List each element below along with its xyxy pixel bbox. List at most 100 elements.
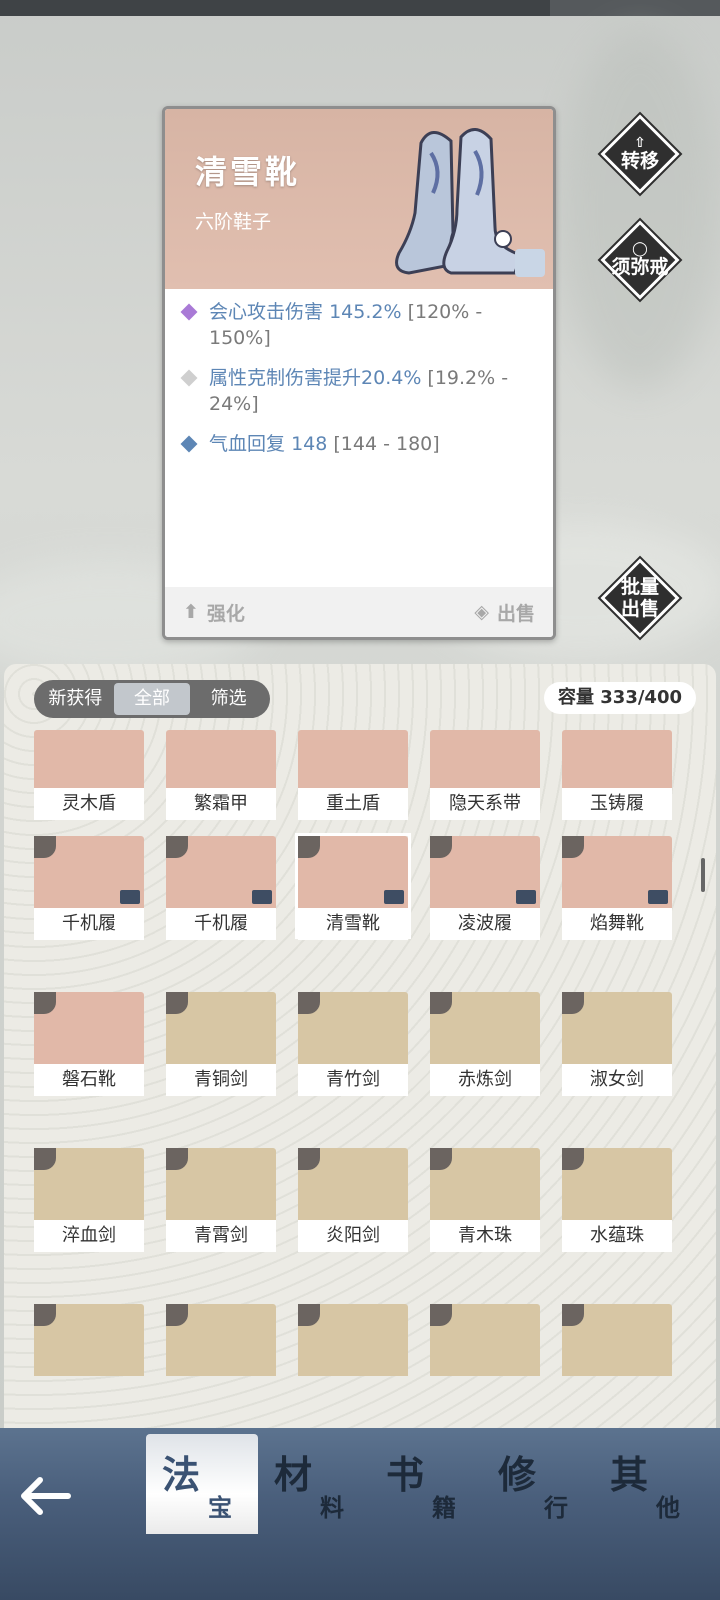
nav-tab-sub-char: 料	[320, 1494, 344, 1522]
item-name-label: 清雪靴	[298, 908, 408, 940]
enhance-label: 强化	[206, 602, 245, 625]
inventory-item[interactable]: 青铜剑	[166, 992, 276, 1096]
inventory-item[interactable]: 千机履	[34, 836, 144, 940]
capacity-badge: 容量 333/400	[544, 682, 696, 714]
inventory-item[interactable]: 玉铸履	[562, 730, 672, 820]
inventory-item[interactable]: 淬血剑	[34, 1148, 144, 1252]
ring-label: 须弥戒	[611, 256, 669, 278]
item-name-label: 凌波履	[430, 908, 540, 940]
nav-tab-sub-char: 籍	[432, 1494, 456, 1522]
item-name-label: 千机履	[166, 908, 276, 940]
tab-new[interactable]: 新获得	[37, 683, 114, 715]
lock-icon	[516, 890, 536, 904]
inventory-item[interactable]	[166, 1304, 276, 1404]
inventory-item[interactable]: 隐天系带	[430, 730, 540, 820]
inventory-item[interactable]: 青木珠	[430, 1148, 540, 1252]
inventory-item[interactable]: 凌波履	[430, 836, 540, 940]
inventory-item[interactable]: 青霄剑	[166, 1148, 276, 1252]
nav-tab-main-char: 法	[162, 1453, 201, 1497]
ring-storage-button[interactable]: ◯ 须弥戒	[597, 217, 683, 303]
stat-list: 会心攻击伤害 145.2% [120% - 150%] 属性克制伤害提升20.4…	[180, 299, 541, 471]
bulk-sell-button[interactable]: 批量 出售	[597, 555, 683, 641]
inventory-item[interactable]	[34, 1304, 144, 1404]
item-grid[interactable]: 灵木盾 繁霜甲 重土盾 隐天系带 玉铸履 千机履 千机履 清雪靴 凌波履 焰舞靴 磐石靴 青铜剑 青竹剑…	[34, 730, 684, 1430]
item-art	[562, 730, 672, 788]
tab-all[interactable]: 全部	[113, 683, 191, 715]
inventory-item[interactable]: 繁霜甲	[166, 730, 276, 820]
lock-icon	[252, 890, 272, 904]
stat-label: 属性克制伤害提升	[209, 367, 362, 389]
ring-icon: ◯	[632, 241, 648, 257]
tab-filter[interactable]: 筛选	[190, 683, 267, 715]
inventory-item[interactable]: 清雪靴	[295, 833, 411, 940]
nav-tab[interactable]: 材料	[258, 1434, 370, 1534]
transfer-button[interactable]: ⇧ 转移	[597, 111, 683, 197]
item-art	[34, 730, 144, 788]
inventory-item[interactable]: 灵木盾	[34, 730, 144, 820]
bulk-sell-label-2: 出售	[620, 598, 659, 620]
bulk-sell-label-1: 批量	[620, 576, 659, 598]
nav-tab-main-char: 其	[610, 1453, 649, 1497]
inventory-item[interactable]: 磐石靴	[34, 992, 144, 1096]
item-name-label: 磐石靴	[34, 1064, 144, 1096]
arrow-up-icon: ⬆	[183, 601, 199, 623]
diamond-icon	[180, 303, 198, 321]
stat-label: 气血回复	[209, 433, 286, 455]
status-tabs	[550, 0, 720, 16]
inventory-item[interactable]: 千机履	[166, 836, 276, 940]
item-name-label: 赤炼剑	[430, 1064, 540, 1096]
inventory-item[interactable]: 重土盾	[298, 730, 408, 820]
lock-icon	[120, 890, 140, 904]
item-name-label: 青霄剑	[166, 1220, 276, 1252]
inventory-item[interactable]: 青竹剑	[298, 992, 408, 1096]
item-name-label: 焰舞靴	[562, 908, 672, 940]
item-name-label: 炎阳剑	[298, 1220, 408, 1252]
inventory-item[interactable]: 水蕴珠	[562, 1148, 672, 1252]
item-name-label: 青竹剑	[298, 1064, 408, 1096]
nav-tab-main-char: 修	[498, 1453, 537, 1497]
inventory-item[interactable]: 焰舞靴	[562, 836, 672, 940]
upload-icon: ⇧	[634, 135, 646, 151]
coin-bag-icon: ◈	[474, 601, 489, 623]
item-name-label: 千机履	[34, 908, 144, 940]
stat-value: 148	[291, 433, 328, 455]
nav-tab-main-char: 书	[386, 1453, 425, 1497]
diamond-icon	[180, 369, 198, 387]
item-name-label: 重土盾	[298, 788, 408, 820]
inventory-item[interactable]: 赤炼剑	[430, 992, 540, 1096]
item-art	[298, 730, 408, 788]
item-name: 清雪靴	[195, 153, 301, 191]
scrollbar[interactable]	[701, 858, 705, 892]
lock-badge-icon[interactable]	[515, 249, 545, 277]
back-arrow-icon[interactable]	[14, 1468, 74, 1524]
stat-value: 20.4%	[361, 367, 422, 389]
inventory-item[interactable]	[430, 1304, 540, 1404]
enhance-button[interactable]: ⬆ 强化	[183, 599, 245, 626]
nav-tab[interactable]: 修行	[482, 1434, 594, 1534]
stat-label: 会心攻击伤害	[209, 301, 324, 323]
mountain-decoration	[560, 30, 720, 390]
transfer-label: 转移	[620, 150, 659, 172]
item-name-label: 灵木盾	[34, 788, 144, 820]
nav-tab[interactable]: 法宝	[146, 1434, 258, 1534]
bottom-nav: 法宝材料书籍修行其他	[0, 1428, 720, 1600]
item-detail-header: 清雪靴 六阶鞋子	[165, 109, 553, 289]
item-actions: ⬆ 强化 ◈ 出售	[165, 587, 553, 637]
item-detail-card: 清雪靴 六阶鞋子 会心攻击伤害 145.2% [120% - 150%] 属性克…	[162, 106, 556, 640]
stat-range: [144 - 180]	[333, 433, 440, 455]
inventory-item[interactable]	[562, 1304, 672, 1404]
nav-tab[interactable]: 书籍	[370, 1434, 482, 1534]
inventory-item[interactable]: 炎阳剑	[298, 1148, 408, 1252]
inventory-item[interactable]: 淑女剑	[562, 992, 672, 1096]
item-name-label: 隐天系带	[430, 788, 540, 820]
nav-tab[interactable]: 其他	[594, 1434, 706, 1534]
lock-icon	[648, 890, 668, 904]
inventory-item[interactable]	[298, 1304, 408, 1404]
item-name-label: 青铜剑	[166, 1064, 276, 1096]
nav-tab-sub-char: 他	[656, 1494, 680, 1522]
stat-row: 气血回复 148 [144 - 180]	[180, 431, 541, 457]
stat-row: 属性克制伤害提升20.4% [19.2% - 24%]	[180, 365, 541, 417]
nav-tab-main-char: 材	[274, 1453, 313, 1497]
sell-button[interactable]: ◈ 出售	[474, 599, 535, 626]
item-name-label: 青木珠	[430, 1220, 540, 1252]
